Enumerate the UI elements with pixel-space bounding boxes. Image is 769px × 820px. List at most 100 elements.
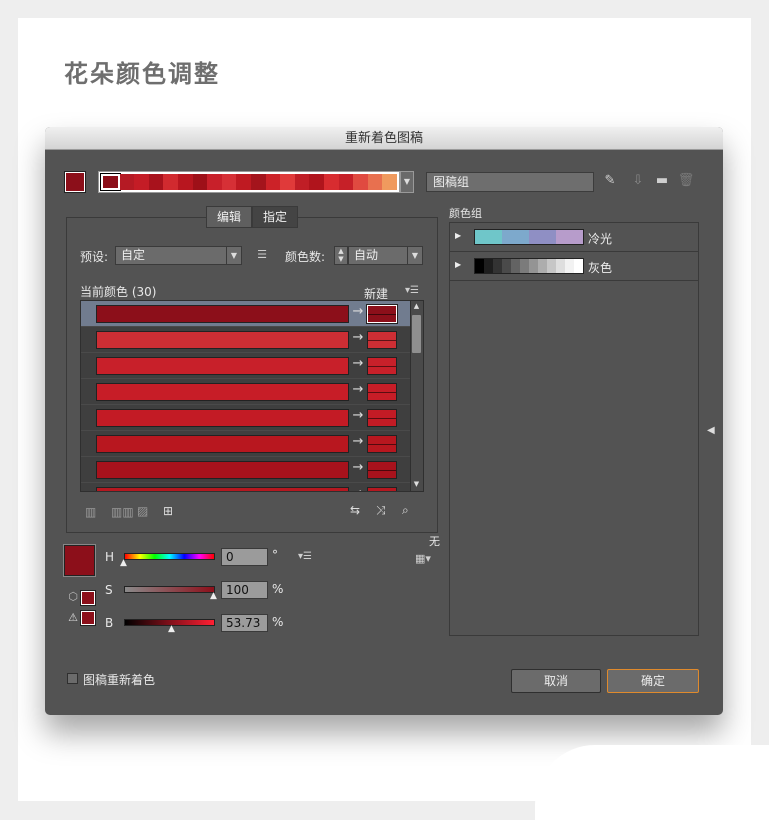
scroll-down-arrow[interactable]: ▼ [410,480,423,488]
preset-select[interactable]: 自定 [115,246,227,265]
hue-slider-thumb[interactable]: ▲ [120,559,127,568]
color-mapping-row[interactable]: → [81,431,411,457]
brightness-input[interactable]: 53.73 [221,614,268,632]
mapping-arrow-icon[interactable]: → [349,330,367,345]
eyedropper-icon[interactable]: ✎ [601,173,619,191]
color-mapping-row[interactable]: → [81,353,411,379]
current-color-bar[interactable] [96,305,349,323]
harmony-segment[interactable] [265,174,281,190]
preset-dropdown-arrow[interactable]: ▼ [226,246,242,265]
separate-colors-icon[interactable]: ▥▥ [111,505,134,519]
saturation-slider-thumb[interactable]: ▲ [210,592,217,601]
collapse-panel-arrow[interactable]: ◀ [707,425,715,436]
new-color-swatch[interactable] [367,357,397,375]
current-color-swatch[interactable] [63,544,96,577]
new-row-icon[interactable]: ⊞ [163,504,173,518]
new-color-swatch[interactable] [367,331,397,349]
color-count-dropdown-arrow[interactable]: ▼ [407,246,423,265]
color-count-stepper[interactable]: ▲ ▼ [334,246,348,265]
hue-input[interactable]: 0 [221,548,268,566]
harmony-segment[interactable] [280,174,295,190]
color-library-icon[interactable]: ▦▾ [411,551,435,569]
mapping-arrow-icon[interactable]: → [349,434,367,449]
list-menu-icon[interactable]: ▾☰ [402,283,422,301]
harmony-segment[interactable] [100,173,121,191]
web-safe-swatch[interactable] [80,610,96,626]
harmony-segment[interactable] [250,174,266,190]
new-color-swatch[interactable] [367,409,397,427]
harmony-segment[interactable] [163,174,178,190]
mapping-arrow-icon[interactable]: → [349,304,367,319]
current-color-bar[interactable] [96,461,349,479]
color-mapping-row[interactable]: → [81,457,411,483]
harmony-dropdown-arrow[interactable]: ▼ [400,171,414,193]
mapping-arrow-icon[interactable]: → [349,486,367,491]
cancel-button[interactable]: 取消 [511,669,601,693]
gamut-swatch[interactable] [80,590,96,606]
delete-trash-icon[interactable]: 🗑 [677,173,695,191]
color-group-swatches[interactable] [474,229,584,245]
harmony-segment[interactable] [177,174,193,190]
tab-assign[interactable]: 指定 [252,206,298,228]
current-color-bar[interactable] [96,435,349,453]
color-mapping-row[interactable]: → [81,379,411,405]
color-mapping-row[interactable]: → [81,483,411,491]
saturation-slider[interactable] [124,586,215,593]
current-color-bar[interactable] [96,487,349,491]
harmony-segment[interactable] [148,174,164,190]
preset-options-icon[interactable]: ☰ [253,247,271,265]
color-mode-menu-icon[interactable]: ▾☰ [295,549,315,567]
expand-triangle-icon[interactable]: ▶ [455,231,461,240]
color-group-row[interactable]: ▶ 冷光 [450,223,698,252]
brightness-slider-thumb[interactable]: ▲ [168,625,175,634]
harmony-segment[interactable] [134,174,149,190]
current-color-bar[interactable] [96,357,349,375]
save-changes-icon[interactable]: ⇩ [629,173,647,191]
harmony-segment[interactable] [119,174,135,190]
current-color-bar[interactable] [96,409,349,427]
new-color-swatch[interactable] [367,461,397,479]
harmony-segment[interactable] [323,174,339,190]
color-count-select[interactable]: 自动 [348,246,408,265]
harmony-color-bar[interactable] [98,171,400,193]
saturation-input[interactable]: 100 [221,581,268,599]
color-mapping-row[interactable]: → [81,405,411,431]
harmony-segment[interactable] [309,174,324,190]
hue-slider[interactable] [124,553,215,560]
ok-button[interactable]: 确定 [607,669,699,693]
new-color-swatch[interactable] [366,304,398,324]
harmony-segment[interactable] [382,174,397,190]
color-mapping-row[interactable]: → [81,327,411,353]
merge-colors-icon[interactable]: ▥ [85,505,96,519]
expand-triangle-icon[interactable]: ▶ [455,260,461,269]
color-group-name-field[interactable]: 图稿组 [426,172,594,192]
harmony-segment[interactable] [207,174,222,190]
find-color-icon[interactable]: ⌕ [402,503,409,518]
harmony-segment[interactable] [367,174,383,190]
base-color-swatch[interactable] [64,171,86,193]
random-order-icon[interactable]: ⇆ [350,503,360,517]
harmony-segment[interactable] [294,174,310,190]
harmony-segment[interactable] [192,174,208,190]
current-color-bar[interactable] [96,331,349,349]
harmony-segment[interactable] [338,174,354,190]
scroll-thumb[interactable] [412,315,421,353]
mapping-arrow-icon[interactable]: → [349,382,367,397]
color-mapping-row[interactable]: → [81,301,411,327]
mapping-arrow-icon[interactable]: → [349,408,367,423]
harmony-segment[interactable] [353,174,368,190]
mapping-arrow-icon[interactable]: → [349,460,367,475]
new-color-swatch[interactable] [367,383,397,401]
harmony-segment[interactable] [236,174,251,190]
exclude-colors-icon[interactable]: ▨ [137,504,148,518]
new-group-folder-icon[interactable]: ▬ [653,173,671,191]
mapping-arrow-icon[interactable]: → [349,356,367,371]
new-color-swatch[interactable] [367,487,397,491]
random-saturation-icon[interactable]: ⤨ [376,503,386,518]
color-group-swatches[interactable] [474,258,584,274]
scroll-up-arrow[interactable]: ▲ [410,302,423,310]
tab-edit[interactable]: 编辑 [206,206,252,228]
recolor-artwork-checkbox[interactable] [67,673,78,684]
current-color-bar[interactable] [96,383,349,401]
color-group-row[interactable]: ▶ 灰色 [450,252,698,281]
